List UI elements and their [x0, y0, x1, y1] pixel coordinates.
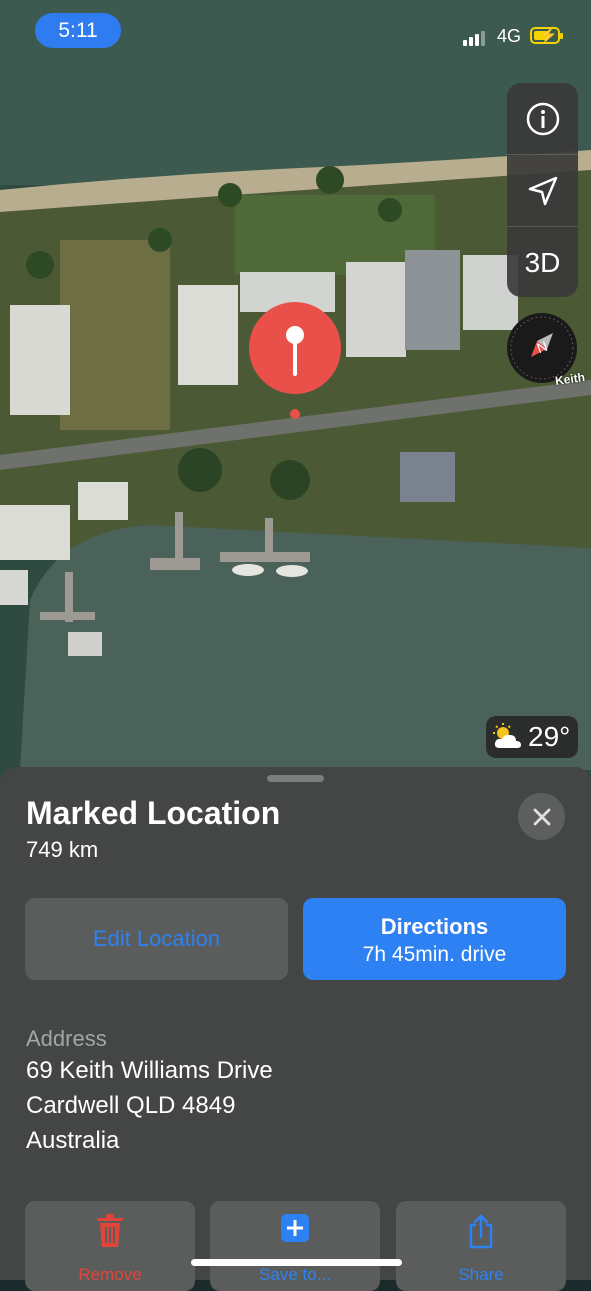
track-location-button[interactable] — [507, 154, 578, 226]
edit-location-button[interactable]: Edit Location — [25, 898, 288, 980]
location-title: Marked Location — [26, 795, 281, 831]
status-bar: 5:11 4G ⚡ — [0, 0, 591, 62]
close-button[interactable] — [518, 793, 565, 840]
remove-button[interactable]: Remove — [25, 1201, 195, 1291]
partly-cloudy-icon — [493, 723, 521, 748]
address-city: Cardwell QLD 4849 — [26, 1092, 236, 1119]
location-card: Marked Location 749 km Edit Location Dir… — [0, 767, 591, 1291]
sheet-grabber[interactable] — [267, 775, 324, 782]
close-icon — [533, 808, 550, 825]
share-icon — [469, 1214, 493, 1249]
address-street: 69 Keith Williams Drive — [26, 1057, 273, 1084]
cellular-signal-icon — [463, 28, 487, 46]
address-label: Address — [26, 1026, 107, 1051]
battery-icon: ⚡ — [530, 27, 563, 44]
weather-badge: 29° — [486, 716, 578, 758]
remove-label: Remove — [78, 1265, 142, 1284]
trash-icon — [97, 1214, 123, 1247]
location-arrow-icon — [528, 176, 557, 205]
share-button[interactable]: Share — [396, 1201, 566, 1291]
directions-button[interactable]: Directions 7h 45min. drive — [303, 898, 566, 980]
directions-label: Directions — [380, 914, 489, 939]
map-info-button[interactable] — [507, 83, 578, 154]
location-distance: 749 km — [26, 837, 99, 862]
status-time[interactable]: 5:11 — [35, 13, 121, 48]
location-pin-icon[interactable] — [247, 302, 343, 420]
directions-eta: 7h 45min. drive — [362, 943, 507, 966]
network-type: 4G — [497, 26, 522, 46]
info-icon — [526, 102, 559, 135]
3d-view-button[interactable]: 3D — [507, 226, 578, 298]
share-label: Share — [458, 1265, 504, 1284]
satellite-map[interactable] — [0, 0, 591, 800]
3d-label: 3D — [524, 246, 561, 278]
map-controls: 3D — [507, 83, 578, 297]
home-indicator[interactable] — [191, 1259, 402, 1266]
save-to-button[interactable]: Save to... — [210, 1201, 380, 1291]
save-to-label: Save to... — [259, 1265, 331, 1284]
temperature: 29° — [528, 721, 571, 752]
address-country: Australia — [26, 1127, 120, 1154]
plus-square-icon — [281, 1214, 309, 1242]
